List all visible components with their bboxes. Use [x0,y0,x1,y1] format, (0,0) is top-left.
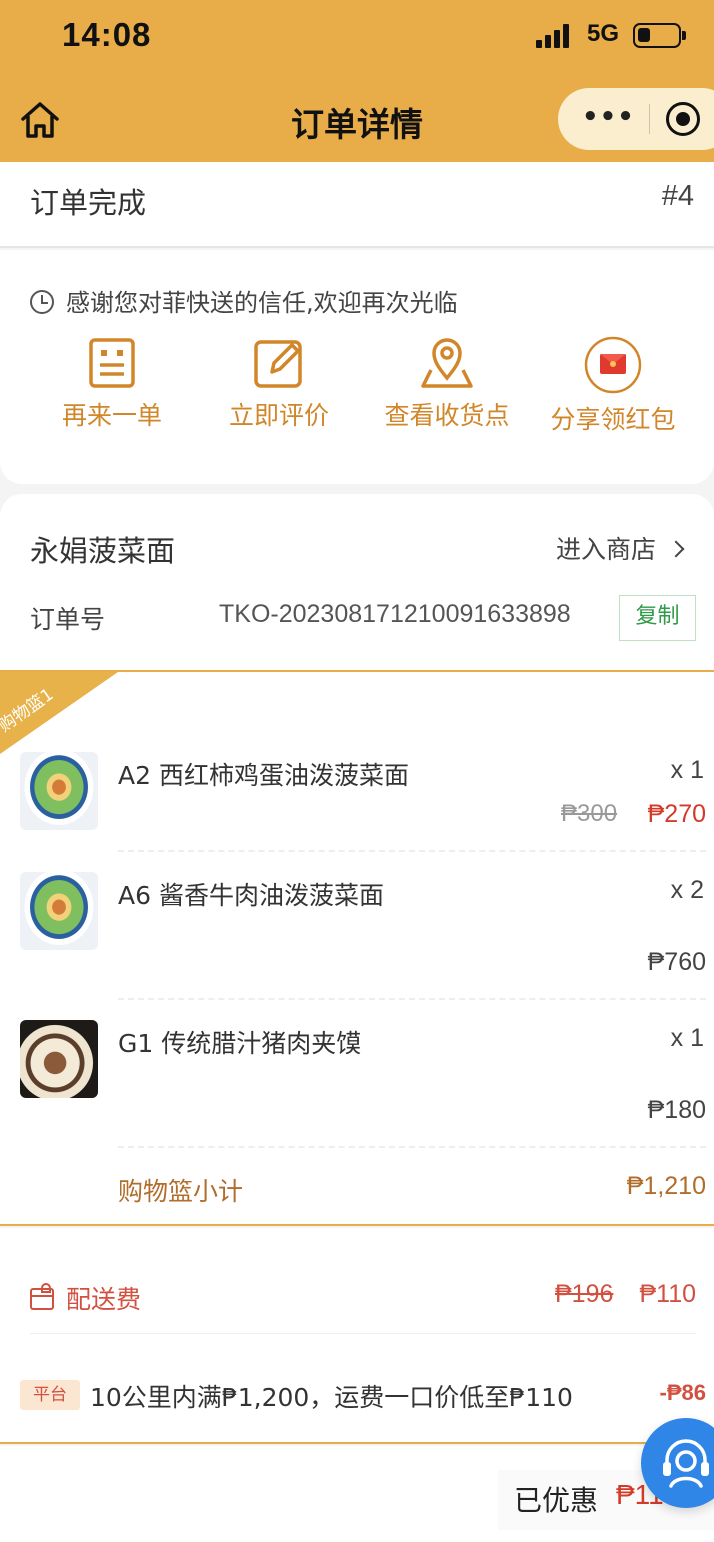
review-label: 立即评价 [228,401,329,430]
divider [118,850,706,852]
divider [118,998,706,1000]
item-name: A2 西红柿鸡蛋油泼菠菜面 [118,761,409,790]
more-button[interactable]: ••• [582,102,635,132]
platform-tag: 平台 [20,1380,80,1410]
share-red-envelope-button[interactable]: 分享领红包 [528,336,698,436]
divider [30,1333,696,1334]
saved-label: 已优惠 [514,1484,599,1517]
signal-icon [536,24,576,48]
shop-name: 永娟菠菜面 [30,534,176,568]
red-envelope-icon [584,336,642,394]
subtotal-label: 购物篮小计 [118,1177,244,1206]
item-price: ₱180 [647,1096,706,1124]
network-type: 5G [587,20,620,47]
divider [118,1146,706,1148]
order-status-card: 订单完成 #4 [0,162,714,248]
item-name: A6 酱香牛肉油泼菠菜面 [118,881,384,910]
order-status-text: 订单完成 [30,186,147,220]
status-time: 14:08 [62,16,152,53]
enter-shop-link[interactable]: 进入商店 [555,530,685,566]
order-no-value: TKO-20230817121009163389​8 [219,600,571,628]
delivery-fee-label: 配送费 [66,1285,142,1314]
customer-service-button[interactable] [641,1418,714,1508]
reorder-label: 再来一单 [61,401,162,430]
item-qty: x 1 [670,1024,704,1052]
share-label: 分享领红包 [550,405,676,434]
item-price: ₱760 [647,948,706,976]
item-image [20,1020,98,1098]
review-button[interactable]: 立即评价 [194,336,364,432]
shop-card [0,494,714,670]
close-target-icon[interactable] [666,102,700,136]
receipt-icon [89,338,135,388]
app-header: 14:08 5G 订单详情 ••• [0,0,714,162]
item-qty: x 2 [670,876,704,904]
enter-shop-label: 进入商店 [555,535,656,564]
mini-program-capsule: ••• [558,88,714,150]
delivery-fee-original: ₱196 [555,1280,614,1308]
clock-icon [30,290,54,314]
item-qty: x 1 [670,756,704,784]
order-no-label: 订单号 [30,605,106,634]
promo-discount: -₱86 [659,1380,706,1405]
edit-icon [254,340,302,388]
view-pickup-point-button[interactable]: 查看收货点 [362,336,532,432]
item-price: ₱270 [647,800,706,828]
subtotal-value: ₱1,210 [626,1172,706,1200]
pickup-point-label: 查看收货点 [384,401,510,430]
battery-icon [633,23,686,48]
item-name: G1 传统腊汁猪肉夹馍 [118,1029,362,1058]
basket-card: 购物篮1 [0,670,714,1226]
chevron-right-icon [667,540,685,558]
headset-icon [663,1439,709,1488]
order-number-badge: #4 [661,180,694,212]
promo-text: 10公里内满₱1,200，运费一口价低至₱110 [90,1383,573,1412]
item-image [20,872,98,950]
gift-icon [30,1283,54,1310]
item-original-price: ₱300 [561,800,618,827]
map-pin-icon [421,338,473,388]
reorder-button[interactable]: 再来一单 [27,336,197,432]
copy-button[interactable]: 复制 [619,595,696,641]
thanks-message: 感谢您对菲快送的信任,欢迎再次光临 [66,289,458,317]
item-image [20,752,98,830]
delivery-fee-value: ₱110 [639,1280,696,1308]
